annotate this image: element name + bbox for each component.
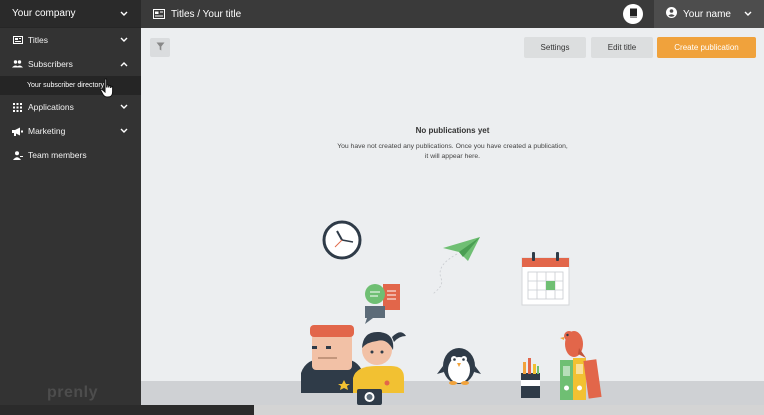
sidebar-item-team-members[interactable]: Team members [0,143,141,167]
hand-cursor-icon [100,78,117,100]
breadcrumb: Titles / Your title [141,9,623,20]
clock-illustration [322,220,362,260]
breadcrumb-text[interactable]: Titles / Your title [171,9,241,20]
top-bar: Titles / Your title Your name [141,0,764,28]
company-switcher[interactable]: Your company [0,0,141,28]
penguin-illustration [437,348,481,385]
sidebar-item-label: Subscribers [28,59,73,69]
calendar-illustration [521,252,570,306]
chevron-down-icon [744,10,752,18]
sidebar-item-titles[interactable]: Titles [0,28,141,52]
main-content: Settings Edit title Create publication N… [141,28,764,405]
chevron-down-icon [120,10,128,18]
sidebar-item-applications[interactable]: Applications [0,95,141,119]
sidebar-item-label: Titles [28,35,48,45]
bottom-strip [0,405,764,415]
chevron-down-icon [120,36,128,44]
subscribers-icon [12,59,23,70]
marketing-icon [12,126,23,137]
empty-state-illustration [301,220,602,405]
brand-logo: prenly [47,384,99,401]
publication-viewer-button[interactable] [623,4,643,24]
bottom-strip-dark [0,405,254,415]
sidebar-item-subscribers[interactable]: Subscribers [0,52,141,76]
paper-plane-illustration [432,237,480,295]
user-menu[interactable]: Your name [654,0,764,28]
book-icon [629,8,638,20]
account-circle-icon [666,7,677,21]
sidebar-item-label: Applications [28,102,74,112]
user-name: Your name [683,8,731,20]
sidebar: Your company Titles Subscribers Your sub… [0,0,141,405]
sidebar-item-marketing[interactable]: Marketing [0,119,141,143]
titles-icon [12,35,23,46]
team-members-icon [12,150,23,161]
bird-illustration [560,331,586,358]
sidebar-item-label: Marketing [28,126,66,136]
sidebar-subitem-label: Your subscriber directory [27,82,105,89]
chevron-up-icon [120,60,128,68]
company-name: Your company [12,8,76,19]
titles-icon [153,9,165,19]
chevron-down-icon [120,103,128,111]
sidebar-item-label: Team members [28,150,87,160]
speech-bubbles-illustration [365,284,400,324]
pencil-cup-illustration [521,358,540,398]
binders-illustration [560,358,602,400]
sidebar-subitem-subscriber-directory[interactable]: Your subscriber directory [0,76,141,98]
chevron-down-icon [120,127,128,135]
applications-icon [12,102,23,113]
